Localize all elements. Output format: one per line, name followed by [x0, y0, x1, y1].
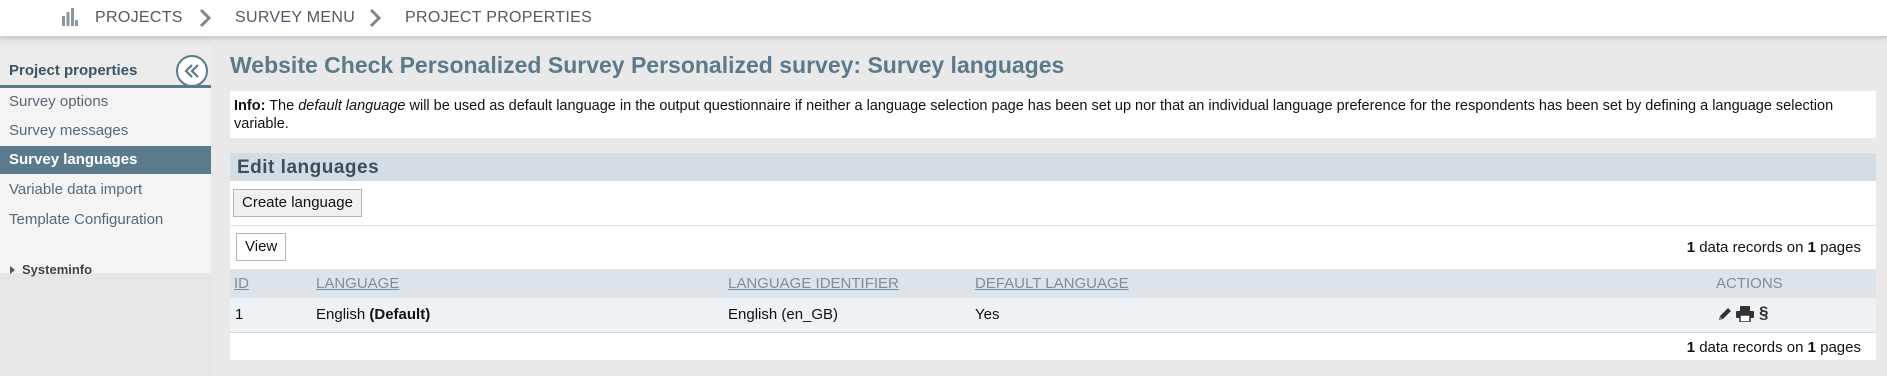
pages-count: 1 — [1807, 239, 1816, 256]
table-header: ID LANGUAGE LANGUAGE IDENTIFIER DEFAULT … — [230, 269, 1876, 298]
info-box: Info: The default language will be used … — [230, 91, 1876, 138]
column-header-language[interactable]: LANGUAGE — [316, 275, 399, 292]
chevron-right-icon — [369, 8, 382, 32]
sidebar: Project properties Survey options Survey… — [0, 37, 211, 376]
collapse-sidebar-button[interactable] — [176, 55, 208, 87]
cell-language: English (Default) — [316, 306, 430, 323]
cell-default-language: Yes — [975, 306, 1000, 323]
triangle-right-icon — [10, 266, 15, 274]
grid-toolbar: View 1 data records on 1 pages — [230, 226, 1876, 269]
pages-text: pages — [1820, 339, 1861, 356]
sidebar-menu: Survey options Survey messages Survey la… — [0, 88, 211, 273]
pages-text: pages — [1820, 239, 1861, 256]
breadcrumb-projects[interactable]: PROJECTS — [95, 9, 183, 27]
double-chevron-left-icon — [184, 64, 199, 78]
records-summary-top: 1 data records on 1 pages — [1687, 239, 1861, 256]
info-text-pre: The — [269, 98, 295, 114]
grid-footer: 1 data records on 1 pages — [230, 333, 1876, 360]
breadcrumb-survey-menu[interactable]: SURVEY MENU — [235, 9, 355, 27]
info-text-post: will be used as default language in the … — [234, 98, 1834, 132]
records-count: 1 — [1686, 239, 1696, 256]
systeminfo-label: Systeminfo — [22, 262, 93, 277]
bar-chart-icon[interactable] — [62, 8, 78, 30]
panel-toolbar: Create language — [230, 181, 1876, 226]
panel-title: Edit languages — [237, 157, 380, 178]
breadcrumb-project-properties[interactable]: PROJECT PROPERTIES — [405, 9, 592, 27]
view-button[interactable]: View — [236, 233, 287, 261]
sidebar-item-survey-options[interactable]: Survey options — [0, 88, 211, 116]
chevron-right-icon — [199, 8, 212, 32]
page-title: Website Check Personalized Survey Person… — [230, 52, 1065, 78]
info-text-emphasis: default language — [298, 98, 406, 114]
records-text: data records on — [1699, 239, 1804, 256]
sidebar-item-survey-languages[interactable]: Survey languages — [0, 146, 211, 174]
default-tag: (Default) — [369, 306, 431, 323]
records-count: 1 — [1686, 339, 1696, 356]
records-text: data records on — [1699, 339, 1804, 356]
info-label: Info: — [234, 98, 266, 114]
language-name: English — [316, 306, 366, 323]
column-header-actions: ACTIONS — [1716, 275, 1783, 292]
panel-header: Edit languages — [230, 153, 1876, 181]
top-breadcrumb-bar: PROJECTS SURVEY MENU PROJECT PROPERTIES — [0, 0, 1887, 37]
sidebar-title: Project properties — [9, 62, 138, 79]
column-header-id[interactable]: ID — [234, 275, 249, 292]
edit-icon[interactable] — [1717, 306, 1733, 324]
sidebar-item-survey-messages[interactable]: Survey messages — [0, 117, 211, 145]
sidebar-item-template-configuration[interactable]: Template Configuration — [0, 206, 211, 234]
create-language-button[interactable]: Create language — [233, 189, 362, 217]
section-icon[interactable]: § — [1759, 303, 1775, 322]
cell-id: 1 — [235, 306, 244, 323]
table-row: 1 English (Default) English (en_GB) Yes … — [230, 298, 1876, 333]
records-summary-bottom: 1 data records on 1 pages — [1687, 339, 1861, 356]
column-header-language-identifier[interactable]: LANGUAGE IDENTIFIER — [728, 275, 899, 292]
pages-count: 1 — [1807, 339, 1816, 356]
column-header-default-language[interactable]: DEFAULT LANGUAGE — [975, 275, 1129, 292]
cell-language-identifier: English (en_GB) — [728, 306, 839, 323]
sidebar-header: Project properties — [0, 45, 211, 88]
sidebar-item-variable-data-import[interactable]: Variable data import — [0, 176, 211, 204]
print-icon[interactable] — [1736, 306, 1755, 324]
systeminfo-toggle[interactable]: Systeminfo — [10, 262, 92, 277]
